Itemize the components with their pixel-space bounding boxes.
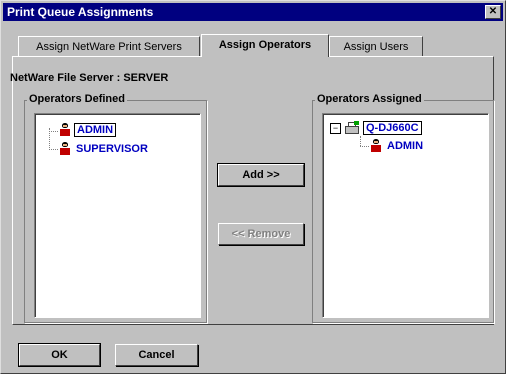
operators-defined-label: Operators Defined xyxy=(27,93,127,105)
print-queue-assignments-dialog: Print Queue Assignments ✕ Assign NetWare… xyxy=(0,0,506,374)
file-server-info: NetWare File Server : SERVER xyxy=(10,72,168,84)
file-server-value: SERVER xyxy=(123,72,169,84)
tree-line xyxy=(49,131,58,132)
list-item-admin[interactable]: ADMIN xyxy=(60,122,117,138)
operators-defined-list[interactable]: ADMIN SUPERVISOR xyxy=(34,113,201,318)
user-icon xyxy=(60,142,70,156)
operators-assigned-tree[interactable]: − Q-DJ660C ADMIN xyxy=(322,113,489,318)
close-icon[interactable]: ✕ xyxy=(485,5,501,19)
tree-node-admin[interactable]: ADMIN xyxy=(371,138,425,154)
queue-name: Q-DJ660C xyxy=(363,121,422,135)
tab-assign-operators[interactable]: Assign Operators xyxy=(201,34,329,57)
add-button[interactable]: Add >> xyxy=(217,163,305,187)
tree-node-queue[interactable]: Q-DJ660C xyxy=(344,120,422,136)
list-item-supervisor[interactable]: SUPERVISOR xyxy=(60,141,150,157)
file-server-label: NetWare File Server : xyxy=(10,72,121,84)
operator-name: ADMIN xyxy=(74,123,117,137)
tree-line xyxy=(360,146,369,147)
tab-assign-netware-print-servers[interactable]: Assign NetWare Print Servers xyxy=(18,36,200,57)
tab-assign-users[interactable]: Assign Users xyxy=(329,36,423,57)
print-queue-icon xyxy=(344,121,360,135)
assigned-operator-name: ADMIN xyxy=(387,140,424,152)
ok-button[interactable]: OK xyxy=(18,343,101,367)
operators-assigned-label: Operators Assigned xyxy=(315,93,424,105)
tree-line xyxy=(360,136,361,146)
title-bar[interactable]: Print Queue Assignments ✕ xyxy=(3,3,503,21)
tree-line xyxy=(49,149,58,150)
collapse-icon[interactable]: − xyxy=(330,123,341,134)
window-title: Print Queue Assignments xyxy=(7,5,154,19)
user-icon xyxy=(60,123,70,137)
operator-name: SUPERVISOR xyxy=(76,143,148,155)
user-icon xyxy=(371,139,381,153)
remove-button[interactable]: << Remove xyxy=(218,223,304,245)
cancel-button[interactable]: Cancel xyxy=(115,344,198,366)
